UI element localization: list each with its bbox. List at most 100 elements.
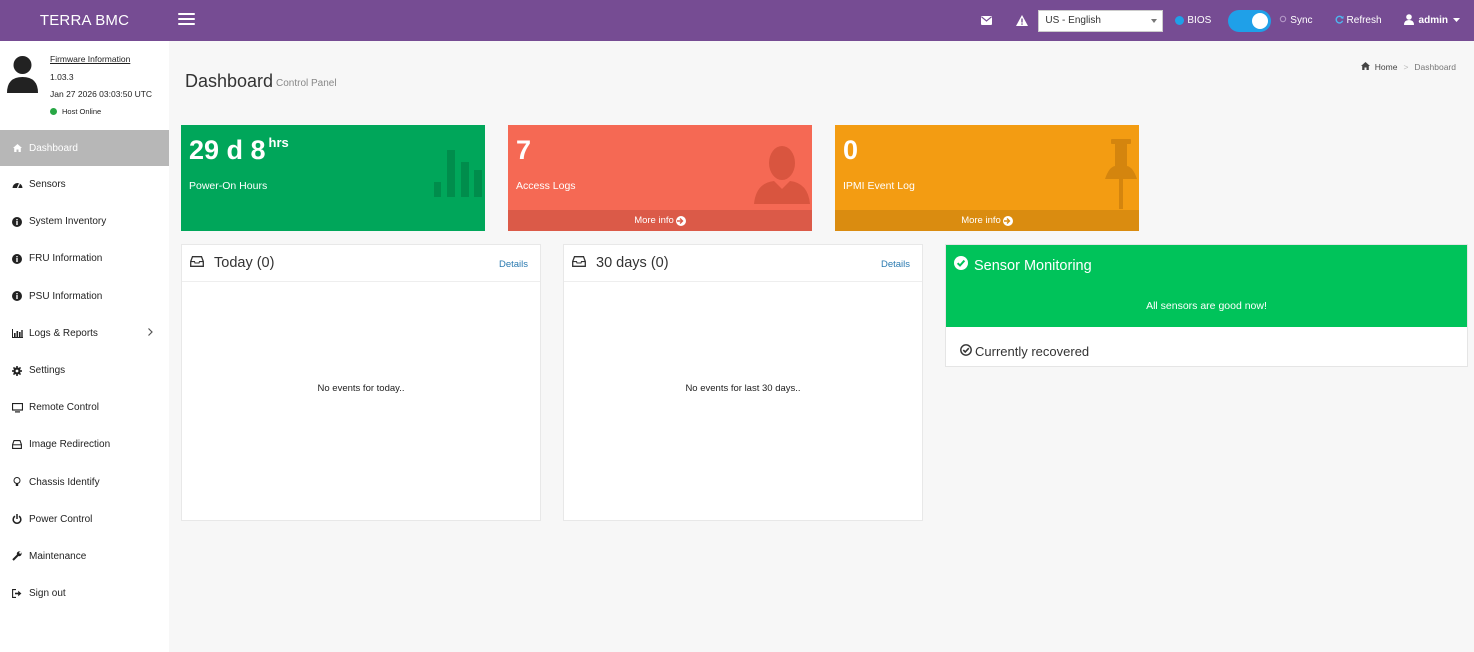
firmware-version: 1.03.3 — [50, 72, 74, 82]
sidebar-item-system-inventory[interactable]: System Inventory — [0, 203, 169, 240]
sidebar-item-chassis-identify[interactable]: Chassis Identify — [0, 464, 169, 501]
sidebar-item-maintenance[interactable]: Maintenance — [0, 538, 169, 575]
power-on-value: 29 d 8 hrs — [189, 135, 289, 165]
sidebar-item-label: Logs & Reports — [29, 327, 98, 339]
sync-button[interactable]: Sync — [1279, 15, 1313, 26]
page-title: Dashboard — [185, 71, 274, 91]
check-circle-icon — [960, 344, 972, 359]
sync-icon — [1279, 15, 1287, 26]
bios-status[interactable]: BIOS — [1175, 15, 1211, 26]
sidebar-item-remote-control[interactable]: Remote Control — [0, 389, 169, 426]
sidebar-item-label: Dashboard — [29, 142, 78, 154]
top-navbar: TERRA BMC US - English BIOS Sync Refresh… — [0, 0, 1474, 41]
user-icon — [1403, 13, 1414, 28]
chevron-down-icon — [1151, 18, 1158, 23]
power-on-hours-box: 29 d 8 hrs Power-On Hours — [181, 125, 485, 231]
page-subtitle: Control Panel — [276, 78, 337, 89]
dashboard-icon — [11, 142, 23, 154]
lightbulb-icon — [11, 476, 23, 488]
sidebar-item-label: System Inventory — [29, 216, 107, 228]
sidebar-item-label: Sensors — [29, 179, 66, 191]
sidebar-item-label: Image Redirection — [29, 439, 111, 451]
status-dot-icon — [50, 108, 57, 115]
user-menu[interactable]: admin — [1403, 13, 1460, 28]
today-panel-title: Today (0) — [214, 255, 275, 271]
sidebar-item-label: FRU Information — [29, 253, 103, 265]
ipmi-event-log-box: 0 IPMI Event Log More info — [835, 125, 1139, 231]
arrow-circle-right-icon — [675, 215, 686, 226]
sidebar-item-fru-information[interactable]: FRU Information — [0, 240, 169, 277]
sidebar-item-power-control[interactable]: Power Control — [0, 501, 169, 538]
top-right-controls: US - English BIOS Sync Refresh admin — [979, 0, 1474, 41]
breadcrumb-current: Dashboard — [1414, 62, 1456, 72]
avatar — [7, 56, 38, 93]
access-logs-value: 7 — [516, 135, 532, 165]
tachometer-icon — [11, 179, 23, 191]
30-days-panel-header: 30 days (0) Details — [564, 245, 922, 282]
user-panel: Firmware Information 1.03.3 Jan 27 2026 … — [0, 41, 169, 129]
info-icon — [11, 216, 23, 228]
sign-out-icon — [11, 588, 23, 600]
bar-chart-icon — [11, 327, 23, 339]
user-label: admin — [1418, 15, 1448, 26]
warning-icon[interactable] — [1015, 14, 1029, 28]
firmware-info-link[interactable]: Firmware Information — [50, 54, 130, 64]
power-on-unit: hrs — [268, 135, 289, 150]
envelope-icon[interactable] — [979, 14, 993, 28]
user-icon — [754, 146, 810, 204]
info-icon — [1175, 16, 1185, 25]
bios-toggle[interactable] — [1228, 9, 1272, 32]
sidebar-item-label: Sign out — [29, 588, 66, 600]
host-status: Host Online — [50, 107, 101, 116]
sidebar-item-label: Power Control — [29, 513, 93, 525]
30-days-empty-message: No events for last 30 days.. — [685, 383, 801, 394]
breadcrumb-separator: > — [1403, 62, 1409, 72]
breadcrumb-home-link[interactable]: Home — [1375, 62, 1398, 72]
language-select[interactable]: US - English — [1038, 9, 1164, 32]
language-select-value: US - English — [1045, 15, 1101, 26]
refresh-label: Refresh — [1346, 15, 1382, 26]
power-on-label: Power-On Hours — [189, 180, 268, 192]
today-empty-message: No events for today.. — [317, 383, 405, 394]
sidebar-item-label: Remote Control — [29, 402, 100, 414]
arrow-circle-right-icon — [1002, 215, 1013, 226]
bar-chart-icon — [434, 150, 482, 197]
sidebar-item-psu-information[interactable]: PSU Information — [0, 278, 169, 315]
sidebar-item-sensors[interactable]: Sensors — [0, 166, 169, 203]
refresh-icon — [1335, 15, 1344, 27]
main-content: Dashboard Control Panel Home > Dashboard… — [169, 41, 1474, 652]
currently-recovered: Currently recovered — [960, 344, 1089, 359]
sidebar-menu: Dashboard Sensors System Inventory FRU I… — [0, 130, 169, 612]
pushpin-icon — [1105, 139, 1137, 209]
sidebar-item-settings[interactable]: Settings — [0, 352, 169, 389]
ipmi-value: 0 — [843, 135, 859, 165]
access-logs-box: 7 Access Logs More info — [508, 125, 812, 231]
home-icon — [1360, 62, 1370, 72]
brand-logo[interactable]: TERRA BMC — [0, 0, 169, 41]
sensor-monitoring-header: Sensor Monitoring All sensors are good n… — [946, 245, 1467, 327]
sensor-status-message: All sensors are good now! — [1146, 300, 1267, 312]
ipmi-more-info[interactable]: More info — [835, 210, 1139, 231]
info-icon — [11, 290, 23, 302]
30-days-panel-title: 30 days (0) — [596, 255, 669, 271]
sidebar-item-label: PSU Information — [29, 290, 103, 302]
breadcrumb: Home > Dashboard — [1360, 62, 1456, 72]
power-icon — [11, 513, 23, 525]
sidebar-item-dashboard[interactable]: Dashboard — [0, 130, 169, 166]
sidebar-item-sign-out[interactable]: Sign out — [0, 575, 169, 612]
currently-recovered-label: Currently recovered — [975, 344, 1090, 359]
30-days-details-link[interactable]: Details — [881, 259, 910, 270]
access-logs-more-info[interactable]: More info — [508, 210, 812, 231]
gear-icon — [11, 365, 23, 377]
sidebar: Firmware Information 1.03.3 Jan 27 2026 … — [0, 41, 169, 652]
ipmi-label: IPMI Event Log — [843, 180, 915, 192]
sidebar-item-logs-reports[interactable]: Logs & Reports — [0, 315, 169, 352]
info-icon — [11, 253, 23, 265]
today-details-link[interactable]: Details — [499, 259, 528, 270]
inbox-icon — [572, 256, 586, 270]
today-events-panel: Today (0) Details No events for today.. — [181, 244, 541, 521]
sidebar-toggle-icon[interactable] — [178, 13, 195, 27]
sidebar-item-label: Settings — [29, 365, 66, 377]
sidebar-item-image-redirection[interactable]: Image Redirection — [0, 426, 169, 463]
refresh-button[interactable]: Refresh — [1335, 15, 1382, 27]
